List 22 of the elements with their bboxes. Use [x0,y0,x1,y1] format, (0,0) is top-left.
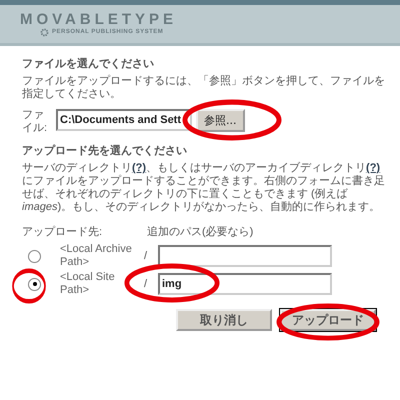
path-field[interactable] [158,245,332,267]
option-label: <Local Site Path> [60,271,116,297]
radio-button[interactable] [28,278,41,290]
path-separator: / [144,250,148,262]
browse-button[interactable]: 参照... [196,109,244,132]
destination-label: アップロード先: [22,224,104,239]
description-text: ファイルをアップロードするには、「参照」ボタンを押して、ファイルを指定してください。 [22,75,386,101]
section-heading: アップロード先を選んでください [22,144,188,158]
description-text: サーバのディレクトリ(?)、もしくはサーバのアーカイブディレクトリ(?) にファイルをアップロードすることができます。右側のフォームに書き足せば、それぞれのディレクトリの下に置くこともできます (例えば images)。もし、そのディレクトリがなかったら、自動的に作られます。 [22,162,386,214]
help-link[interactable]: (?) [366,162,380,174]
section-heading: ファイルを選んでください [22,56,155,71]
file-field[interactable]: C:\Documents and Sett [56,109,192,131]
gear-icon [40,28,49,36]
file-label: ファイル: [22,109,48,135]
help-link[interactable]: (?) [132,162,146,174]
radio-button[interactable] [28,250,41,262]
path-separator: / [144,278,148,290]
cancel-button[interactable]: 取り消し [176,309,272,331]
path-field[interactable]: img [158,273,332,295]
path-label: 追加のパス(必要なら) [147,224,254,239]
logo-text: MOVABLETYPE [20,12,178,28]
option-label: <Local Archive Path> [60,243,133,269]
